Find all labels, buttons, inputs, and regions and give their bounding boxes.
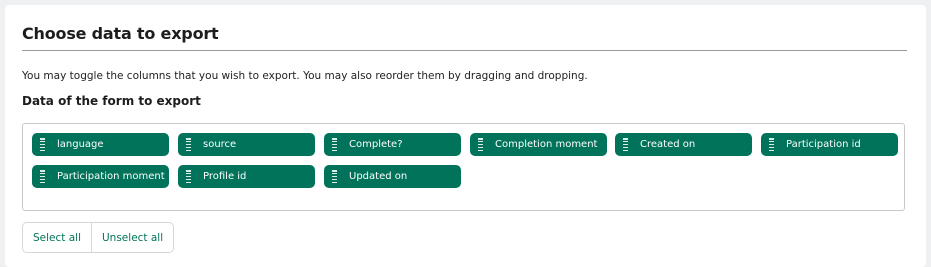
- column-chip-label: Complete?: [349, 139, 403, 150]
- form-data-heading: Data of the form to export: [22, 94, 201, 108]
- column-chip-created-on[interactable]: Created on: [615, 133, 752, 156]
- column-chip-label: Participation moment: [57, 171, 165, 182]
- column-chip-profile-id[interactable]: Profile id: [178, 165, 315, 188]
- column-chip-participation-id[interactable]: Participation id: [761, 133, 898, 156]
- title-divider: [22, 50, 907, 51]
- column-chip-participation-moment[interactable]: Participation moment: [32, 165, 169, 188]
- export-panel: Choose data to export You may toggle the…: [5, 5, 926, 267]
- drag-handle-icon[interactable]: [478, 138, 483, 151]
- column-chip-label: Completion moment: [495, 139, 598, 150]
- selection-button-group: Select all Unselect all: [22, 222, 175, 253]
- drag-handle-icon[interactable]: [332, 170, 337, 183]
- unselect-all-button[interactable]: Unselect all: [91, 223, 174, 252]
- drag-handle-icon[interactable]: [40, 170, 45, 183]
- column-chip-complete[interactable]: Complete?: [324, 133, 461, 156]
- drag-handle-icon[interactable]: [186, 138, 191, 151]
- column-chip-updated-on[interactable]: Updated on: [324, 165, 461, 188]
- column-chip-completion-moment[interactable]: Completion moment: [470, 133, 607, 156]
- column-list: language source Complete? Completion mom…: [22, 123, 905, 211]
- column-chip-source[interactable]: source: [178, 133, 315, 156]
- drag-handle-icon[interactable]: [186, 170, 191, 183]
- column-chip-label: Created on: [640, 139, 696, 150]
- column-chip-label: Updated on: [349, 171, 408, 182]
- drag-handle-icon[interactable]: [769, 138, 774, 151]
- column-chip-label: Participation id: [786, 139, 861, 150]
- select-all-button[interactable]: Select all: [23, 223, 91, 252]
- export-description: You may toggle the columns that you wish…: [22, 70, 588, 82]
- column-chip-language[interactable]: language: [32, 133, 169, 156]
- drag-handle-icon[interactable]: [40, 138, 45, 151]
- column-chip-label: language: [57, 139, 104, 150]
- column-chip-label: source: [203, 139, 237, 150]
- drag-handle-icon[interactable]: [623, 138, 628, 151]
- drag-handle-icon[interactable]: [332, 138, 337, 151]
- column-chip-label: Profile id: [203, 171, 247, 182]
- page-title: Choose data to export: [22, 24, 219, 43]
